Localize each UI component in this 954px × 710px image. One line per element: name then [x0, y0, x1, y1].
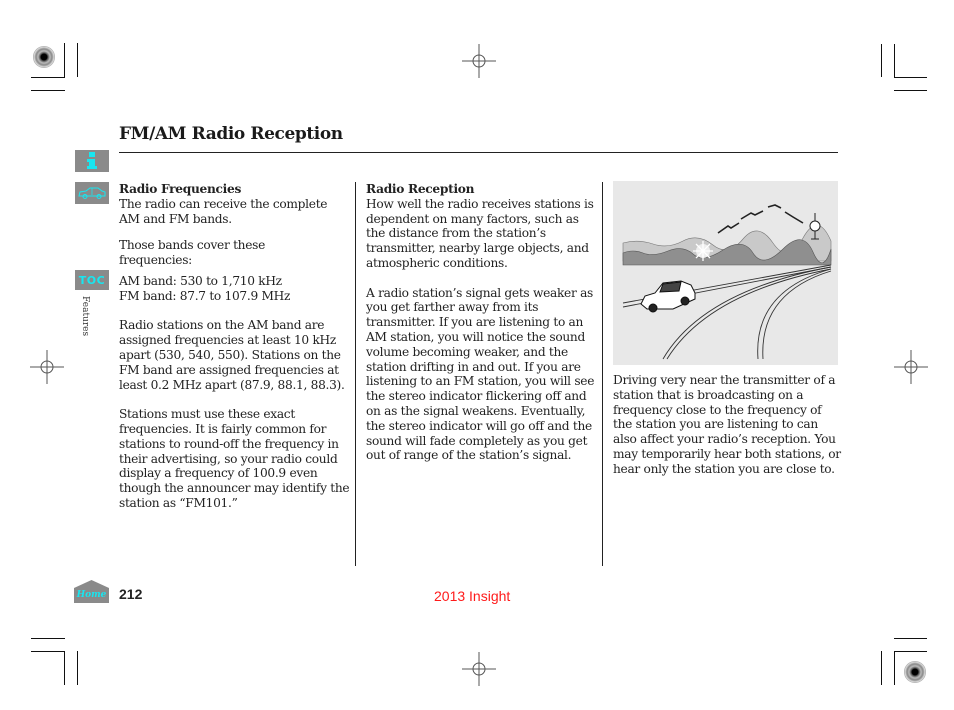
page-number: 212 — [119, 586, 143, 602]
toc-label: TOC — [78, 273, 106, 287]
registration-target-icon — [904, 661, 926, 683]
crosshair-mark-icon — [462, 44, 496, 78]
crop-mark — [894, 651, 895, 685]
vehicle-index-button[interactable] — [75, 182, 109, 204]
column-divider — [355, 182, 356, 566]
crop-mark — [894, 638, 927, 639]
crosshair-mark-icon — [894, 350, 928, 384]
crop-mark — [64, 651, 65, 685]
paragraph: How well the radio receives stations is … — [366, 196, 594, 270]
crop-mark — [881, 44, 882, 77]
paragraph: Those bands cover these frequencies: — [119, 238, 265, 268]
crosshair-mark-icon — [462, 652, 496, 686]
paragraph: A radio station’s signal gets weaker as … — [366, 285, 595, 463]
crop-mark — [31, 651, 65, 652]
crop-mark — [77, 43, 78, 77]
interference-starburst-icon — [693, 241, 713, 261]
section-heading: Radio Reception — [366, 182, 475, 196]
paragraph: Radio stations on the AM band are assign… — [119, 318, 345, 392]
column-divider — [602, 182, 603, 566]
crop-mark — [894, 651, 927, 652]
crop-mark — [31, 90, 65, 91]
paragraph: Stations must use these exact frequencie… — [119, 407, 350, 510]
info-button[interactable] — [75, 150, 109, 172]
fm-band-range: FM band: 87.7 to 107.9 MHz — [119, 288, 291, 303]
column-interference: Driving very near the transmitter of a s… — [613, 373, 841, 477]
registration-target-icon — [33, 46, 55, 68]
crop-mark — [894, 77, 927, 78]
toc-button[interactable]: TOC — [75, 270, 109, 290]
column-radio-frequencies: Radio Frequencies The radio can receive … — [119, 182, 351, 511]
home-label: Home — [76, 590, 107, 600]
crop-mark — [881, 651, 882, 685]
transmitter-illustration — [613, 181, 838, 365]
paragraph: The radio can receive the complete AM an… — [119, 196, 328, 226]
am-band-range: AM band: 530 to 1,710 kHz — [119, 273, 282, 288]
crop-mark — [894, 90, 927, 91]
section-heading: Radio Frequencies — [119, 182, 242, 196]
info-icon — [87, 152, 97, 169]
home-button[interactable]: Home — [74, 580, 109, 603]
footer-model-name: 2013 Insight — [434, 588, 511, 604]
crop-mark — [31, 77, 65, 78]
paragraph: Driving very near the transmitter of a s… — [613, 373, 841, 476]
car-near-transmitter-figure — [613, 181, 838, 365]
page-title: FM/AM Radio Reception — [119, 124, 343, 144]
crop-mark — [64, 43, 65, 77]
crop-mark — [77, 651, 78, 685]
crop-mark — [31, 638, 65, 639]
car-icon — [78, 187, 106, 199]
crosshair-mark-icon — [30, 350, 64, 384]
section-label: Features — [80, 296, 90, 337]
home-icon: Home — [74, 580, 109, 603]
crop-mark — [894, 44, 895, 77]
title-divider — [119, 152, 838, 153]
column-radio-reception: Radio Reception How well the radio recei… — [366, 182, 596, 463]
